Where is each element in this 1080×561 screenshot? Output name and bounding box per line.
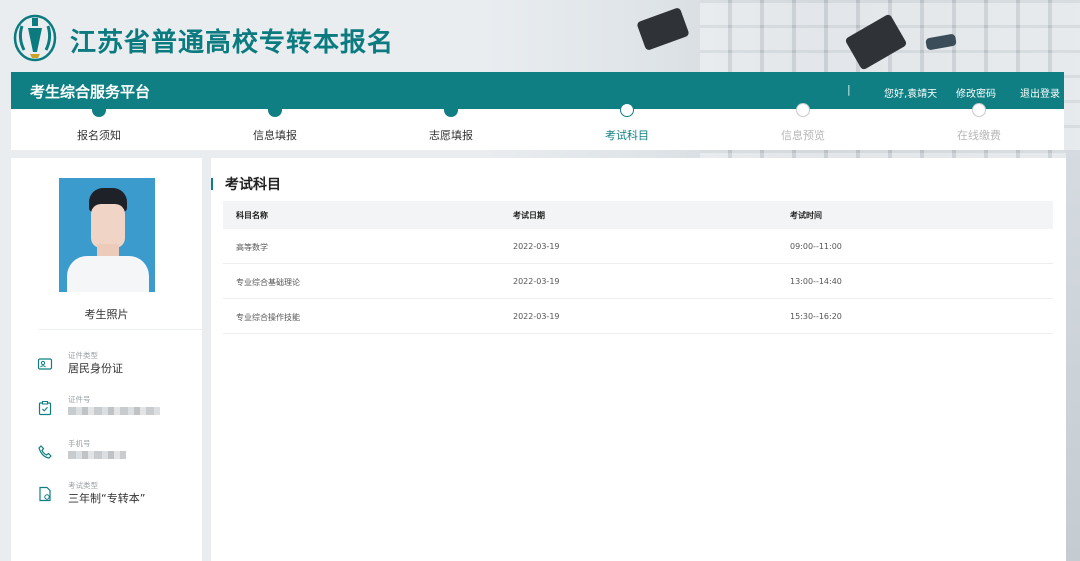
change-password-link[interactable]: 修改密码: [956, 85, 996, 100]
site-header: 江苏省普通高校专转本报名: [0, 0, 1080, 72]
step-dot: [620, 103, 634, 117]
step-label: 信息预览: [781, 129, 825, 142]
step-dot: [268, 103, 282, 117]
step-info-fill[interactable]: 信息填报: [187, 103, 363, 150]
time-cell: 13:00--14:40: [790, 277, 842, 286]
table-row: 专业综合基础理论 2022-03-19 13:00--14:40: [223, 264, 1053, 299]
platform-name: 考生综合服务平台: [30, 83, 151, 101]
exam-type-value: 三年制“专转本”: [68, 492, 146, 505]
column-header-date: 考试日期: [513, 211, 545, 220]
site-title: 江苏省普通高校专转本报名: [70, 28, 395, 58]
step-exam-subjects[interactable]: 考试科目: [539, 103, 715, 150]
candidate-photo: [59, 178, 155, 292]
exam-type-item: 考试类型 三年制“专转本”: [37, 480, 197, 514]
exam-doc-icon: [37, 486, 53, 502]
id-number-label: 证件号: [68, 395, 91, 404]
subject-cell: 专业综合操作技能: [236, 313, 300, 322]
top-navbar: 考生综合服务平台 | 您好,袁靖天 修改密码 退出登录: [11, 72, 1064, 109]
progress-steps: 报名须知 信息填报 志愿填报 考试科目 信息预览 在线缴费: [11, 103, 1067, 150]
step-label: 信息填报: [253, 129, 297, 142]
column-header-time: 考试时间: [790, 211, 822, 220]
user-greeting: 您好,袁靖天: [884, 89, 938, 100]
table-row: 高等数学 2022-03-19 09:00--11:00: [223, 229, 1053, 264]
time-cell: 15:30--16:20: [790, 312, 842, 321]
date-cell: 2022-03-19: [513, 312, 560, 321]
step-preview: 信息预览: [715, 103, 891, 150]
step-dot: [92, 103, 106, 117]
date-cell: 2022-03-19: [513, 242, 560, 251]
step-notice[interactable]: 报名须知: [11, 103, 187, 150]
step-label: 报名须知: [77, 129, 121, 142]
section-accent-bar: [211, 178, 213, 190]
table-header: 科目名称 考试日期 考试时间: [223, 201, 1053, 229]
id-card-icon: [37, 356, 53, 372]
profile-panel: 考生照片 证件类型 居民身份证 证件号 手机号 考试类型 三年制“专转本”: [11, 158, 202, 561]
divider: [39, 329, 202, 330]
photo-caption: 考生照片: [84, 308, 129, 321]
clipboard-icon: [37, 400, 53, 416]
exam-table: 科目名称 考试日期 考试时间 高等数学 2022-03-19 09:00--11…: [223, 201, 1053, 334]
phone-label: 手机号: [68, 439, 91, 448]
phone-redacted: [68, 451, 126, 459]
step-dot: [444, 103, 458, 117]
step-dot: [796, 103, 810, 117]
step-label: 考试科目: [605, 129, 649, 142]
background-strip: [1066, 150, 1080, 561]
nav-separator: |: [847, 83, 851, 96]
step-payment: 在线缴费: [891, 103, 1067, 150]
table-row: 专业综合操作技能 2022-03-19 15:30--16:20: [223, 299, 1053, 334]
step-dot: [972, 103, 986, 117]
date-cell: 2022-03-19: [513, 277, 560, 286]
step-preference[interactable]: 志愿填报: [363, 103, 539, 150]
subject-cell: 高等数学: [236, 243, 268, 252]
logout-link[interactable]: 退出登录: [1020, 85, 1060, 100]
id-type-item: 证件类型 居民身份证: [37, 350, 197, 384]
id-number-redacted: [68, 407, 160, 415]
step-label: 志愿填报: [429, 129, 473, 142]
id-type-value: 居民身份证: [68, 362, 123, 375]
logo-emblem-icon: [12, 12, 58, 62]
subject-cell: 专业综合基础理论: [236, 278, 300, 287]
step-label: 在线缴费: [957, 129, 1001, 142]
exam-subjects-panel: 考试科目 科目名称 考试日期 考试时间 高等数学 2022-03-19 09:0…: [211, 158, 1066, 561]
id-number-item: 证件号: [37, 394, 197, 428]
column-header-subject: 科目名称: [236, 211, 268, 220]
phone-icon: [37, 444, 53, 460]
time-cell: 09:00--11:00: [790, 242, 842, 251]
phone-item: 手机号: [37, 438, 197, 472]
section-title: 考试科目: [225, 177, 281, 193]
